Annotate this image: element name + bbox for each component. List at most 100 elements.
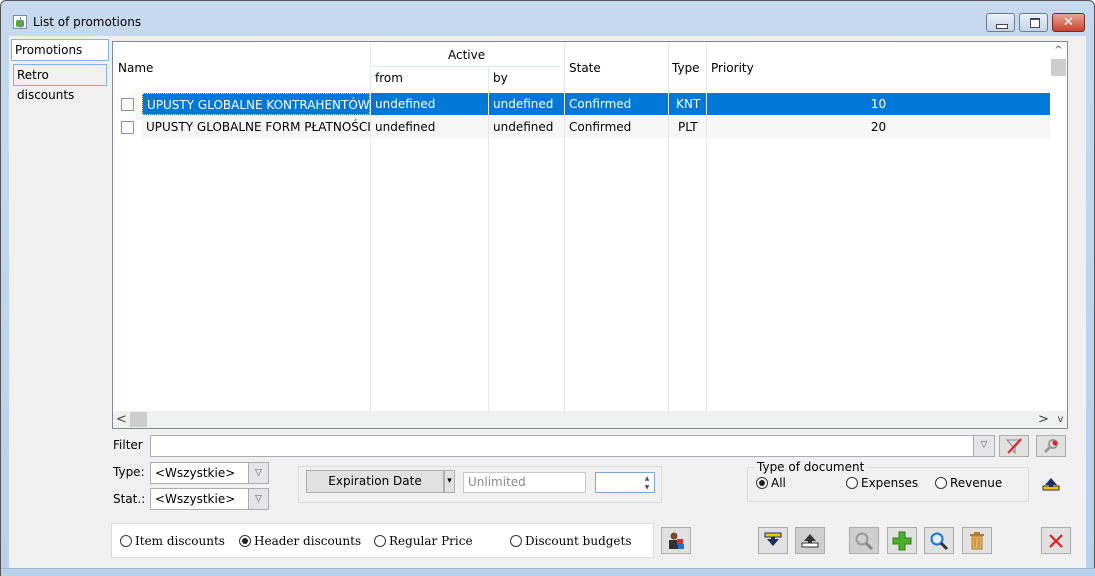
radio-label: Regular Price [389, 534, 473, 548]
horizontal-scrollbar[interactable]: < > v [113, 411, 1067, 428]
radio-header-discounts[interactable]: Header discounts [239, 534, 361, 548]
close-icon [1049, 534, 1063, 548]
tab-retro-discounts[interactable]: Retro discounts [13, 64, 107, 102]
discount-mode-group: Item discounts Header discounts Regular … [111, 523, 654, 558]
expiration-date-button[interactable]: Expiration Date [306, 470, 444, 493]
minimize-button[interactable] [986, 13, 1015, 32]
close-window-button[interactable]: ✕ [1052, 13, 1085, 32]
filter-settings-icon [1043, 439, 1058, 454]
table-row[interactable]: UPUSTY GLOBALNE KONTRAHENTÓW undefined u… [113, 93, 1050, 115]
header-name[interactable]: Name [118, 61, 153, 75]
header-from[interactable]: from [375, 71, 403, 85]
preview-button[interactable] [849, 527, 879, 554]
spin-up-icon[interactable]: ▲ [641, 474, 653, 483]
chevron-down-icon: ▽ [980, 440, 988, 450]
preview-icon [855, 532, 874, 551]
cell-from: undefined [371, 93, 488, 115]
assign-customers-button[interactable] [661, 527, 691, 554]
radio-label: Item discounts [135, 534, 225, 548]
import-icon [764, 532, 782, 546]
radio-indicator [756, 477, 768, 489]
cell-by: undefined [489, 93, 564, 115]
type-select-value: <Wszystkie> [155, 466, 236, 480]
type-select[interactable]: <Wszystkie> ▽ [150, 462, 269, 484]
clear-filter-button[interactable] [999, 435, 1029, 457]
chevron-down-icon: ▽ [248, 463, 268, 483]
client-area: Promotions Retro discounts Name Active f… [9, 36, 1086, 568]
cell-priority: 20 [707, 116, 1050, 138]
assign-icon [669, 532, 684, 549]
scroll-up-icon[interactable]: ^ [1050, 42, 1067, 59]
cell-priority: 10 [707, 93, 1050, 115]
radio-label: Header discounts [254, 534, 362, 548]
expiration-dropdown-button[interactable]: ▾ [444, 470, 455, 493]
header-type[interactable]: Type [672, 61, 700, 75]
header-priority[interactable]: Priority [711, 61, 754, 75]
search-icon [930, 532, 949, 551]
stat-select[interactable]: <Wszystkie> ▽ [150, 488, 269, 510]
cell-state: Confirmed [565, 116, 668, 138]
cell-type: PLT [669, 116, 706, 138]
vertical-scrollbar[interactable]: ^ [1050, 42, 1067, 412]
close-button[interactable] [1041, 527, 1071, 554]
export-button[interactable] [795, 527, 825, 554]
cell-from: undefined [371, 116, 488, 138]
stat-select-value: <Wszystkie> [155, 492, 236, 506]
header-state[interactable]: State [569, 61, 601, 75]
cell-state: Confirmed [565, 93, 668, 115]
cell-type: KNT [669, 93, 706, 115]
add-icon [892, 531, 912, 551]
radio-doc-all[interactable]: All [756, 476, 786, 490]
header-active: Active [448, 48, 486, 62]
radio-label: Discount budgets [525, 534, 632, 548]
expiration-spinner[interactable]: ▲ ▼ [595, 472, 655, 493]
radio-doc-revenue[interactable]: Revenue [935, 476, 1002, 490]
radio-indicator [120, 535, 132, 547]
spin-down-icon[interactable]: ▼ [641, 483, 653, 492]
title-bar: List of promotions ✕ [1, 1, 1094, 39]
stat-label: Stat.: [113, 492, 146, 506]
promotions-window: List of promotions ✕ Promotions Retro di… [0, 0, 1095, 576]
horizontal-scroll-thumb[interactable] [130, 412, 147, 427]
export-icon [801, 534, 819, 548]
filter-clear-icon [1005, 438, 1023, 455]
upload-button[interactable] [1042, 477, 1060, 491]
add-button[interactable] [887, 527, 917, 554]
delete-button[interactable] [962, 527, 992, 554]
radio-item-discounts[interactable]: Item discounts [120, 534, 225, 548]
cell-name: UPUSTY GLOBALNE KONTRAHENTÓW [142, 93, 370, 115]
filter-dropdown-button[interactable]: ▽ [973, 436, 994, 456]
radio-label: Revenue [950, 476, 1003, 490]
type-label: Type: [113, 465, 145, 479]
promotions-grid: Name Active from by State Type Priority … [112, 41, 1068, 429]
radio-discount-budgets[interactable]: Discount budgets [510, 534, 632, 548]
import-button[interactable] [758, 527, 788, 554]
vertical-scroll-thumb[interactable] [1051, 59, 1066, 76]
window-bottom-border [1, 568, 1095, 576]
header-by[interactable]: by [493, 71, 508, 85]
filter-input[interactable] [150, 435, 995, 457]
radio-label: All [771, 476, 786, 490]
radio-regular-price[interactable]: Regular Price [374, 534, 473, 548]
scroll-right-icon[interactable]: > [1035, 411, 1052, 428]
filter-settings-button[interactable] [1036, 435, 1066, 457]
scroll-left-icon[interactable]: < [113, 411, 130, 428]
cell-by: undefined [489, 116, 564, 138]
search-button[interactable] [924, 527, 954, 554]
app-icon [13, 15, 27, 29]
radio-indicator [846, 477, 858, 489]
expiration-value-input[interactable]: Unlimited [463, 472, 586, 493]
cell-name: UPUSTY GLOBALNE FORM PŁATNOŚCI [142, 116, 371, 138]
tab-promotions[interactable]: Promotions [11, 39, 109, 61]
radio-indicator [510, 535, 522, 547]
table-row[interactable]: UPUSTY GLOBALNE FORM PŁATNOŚCI undefined… [113, 116, 1050, 138]
row-checkbox[interactable] [121, 121, 134, 134]
document-type-legend: Type of document [755, 460, 867, 474]
maximize-button[interactable] [1019, 13, 1048, 32]
radio-doc-expenses[interactable]: Expenses [846, 476, 918, 490]
scroll-down-icon[interactable]: v [1052, 411, 1067, 428]
row-checkbox[interactable] [121, 98, 134, 111]
radio-label: Expenses [861, 476, 919, 490]
header-divider [371, 66, 561, 67]
radio-indicator [935, 477, 947, 489]
